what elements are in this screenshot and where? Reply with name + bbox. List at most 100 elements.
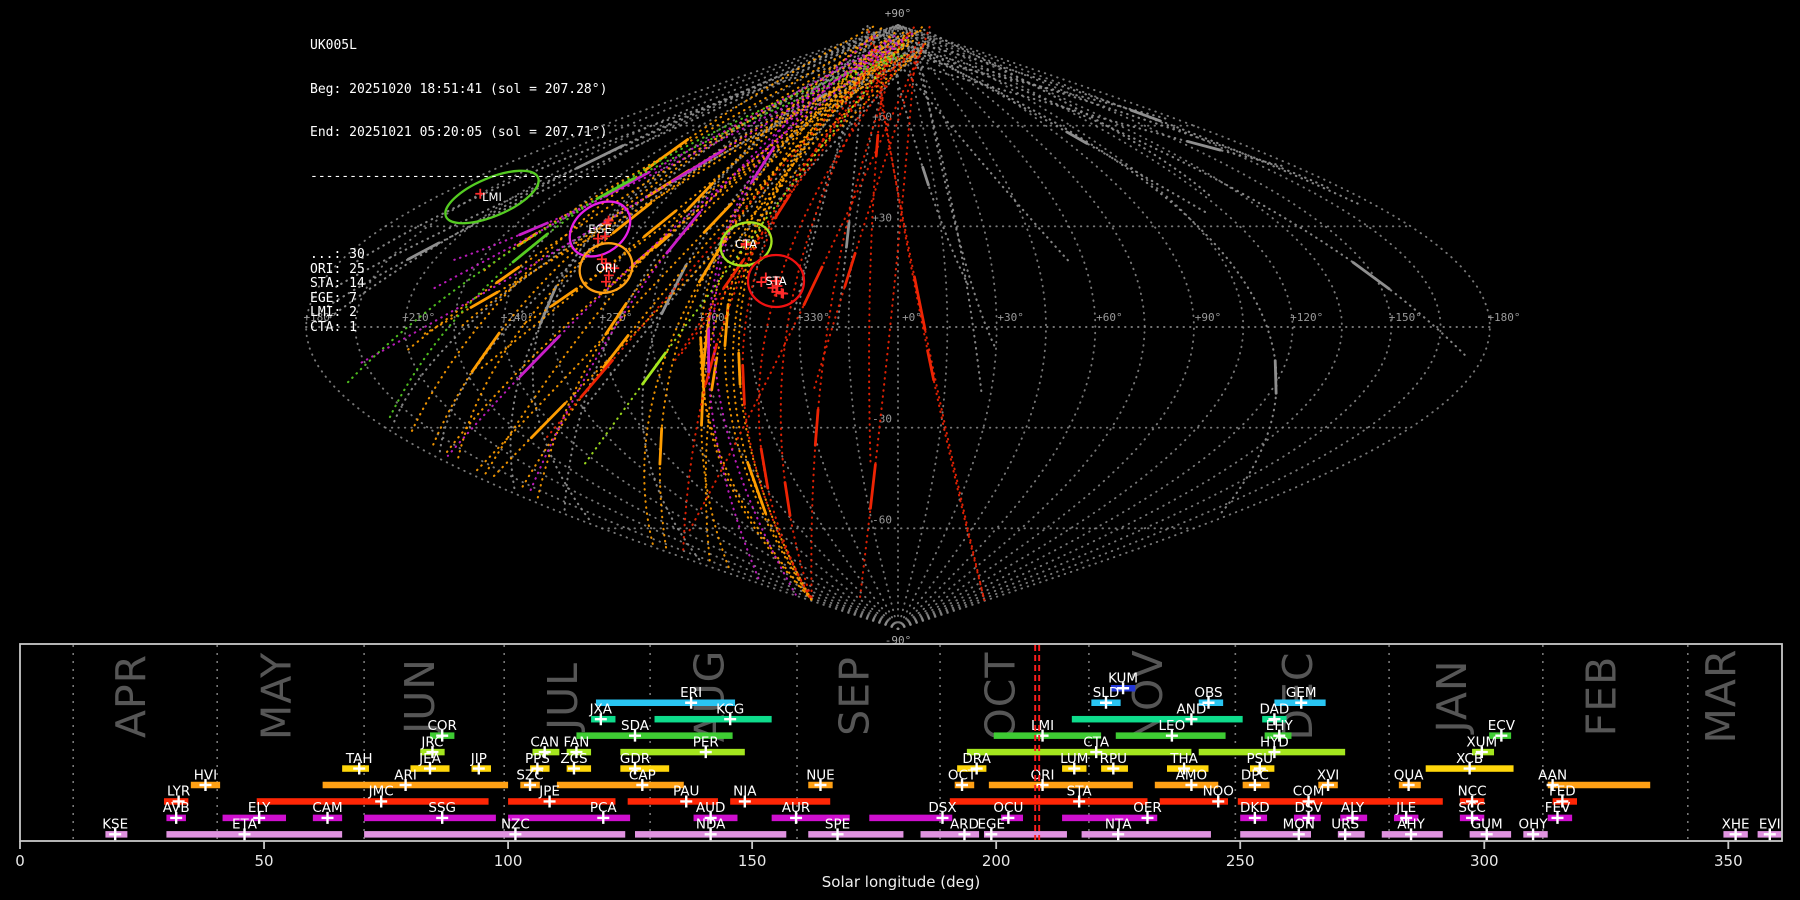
meteor-streak-STA [783,481,792,517]
x-axis-tick-label: 200 [982,852,1011,870]
shower-label-ARI: ARI [394,767,417,783]
shower-label-PPS: PPS [525,751,550,767]
x-axis-tick-label: 0 [15,852,25,870]
shower-label-AUD: AUD [696,800,726,816]
shower-label-ALY: ALY [1341,800,1365,816]
end-time-line: End: 20251021 05:20:05 (sol = 207.71°) [310,125,608,140]
legend-count-row: CTA: 1 [310,319,357,335]
meteor-streak-STA [741,363,746,406]
ecliptic-longitude-label: +60° [1096,311,1123,324]
shower-label-PSU: PSU [1246,751,1273,767]
meteor-streak-spo [1352,261,1391,291]
month-label-JUL: JUL [539,662,587,733]
shower-label-SLD: SLD [1093,685,1120,701]
shower-label-NCC: NCC [1458,784,1487,800]
shower-bar-AND [1071,715,1243,723]
shower-label-TAH: TAH [345,751,373,767]
shower-label-OER: OER [1133,800,1162,816]
shower-label-HYD: HYD [1260,734,1289,750]
shower-label-SDA: SDA [621,718,650,734]
meteor-trail-STA [868,39,890,467]
shower-label-JLE: JLE [1395,800,1416,816]
shower-label-XHE: XHE [1722,817,1750,833]
shower-label-AHY: AHY [1397,817,1425,833]
month-label-MAR: MAR [1697,649,1745,744]
meteor-streak-ORI [643,209,678,238]
meteor-trail-spo [923,28,1214,200]
month-label-OCT: OCT [976,652,1024,741]
ecliptic-longitude-label: +90° [1195,311,1222,324]
month-label-APR: APR [107,654,155,738]
shower-label-CTA: CTA [1083,734,1110,750]
meteor-streak-STA [802,265,824,307]
shower-label-KCG: KCG [716,701,744,717]
shower-label-COM: COM [1293,784,1325,800]
shower-bar-NZC [364,831,626,838]
x-axis-title: Solar longitude (deg) [822,873,980,891]
shower-label-XUM: XUM [1466,734,1497,750]
x-axis-tick-label: 350 [1714,852,1743,870]
shower-label-NZC: NZC [501,817,530,833]
meteor-plot-canvas: +180°+150°+120°+90°+60°+30°+0°+330°+300°… [15,7,1783,891]
month-label-JAN: JAN [1428,659,1476,735]
shower-label-FED: FED [1549,784,1576,800]
shower-label-GEM: GEM [1286,685,1317,701]
meteor-observation-screen: +180° +150° +120° +90° +60° +30° +0° +330° +300°… [0,0,1800,900]
shower-label-JMC: JMC [368,784,394,800]
meteor-streak-STA [813,408,820,447]
shower-label-SZC: SZC [516,767,543,783]
radiant-point-marker [778,288,789,299]
shower-label-COR: COR [427,718,456,734]
legend-gap [310,213,631,219]
shower-label-DAD: DAD [1259,701,1289,717]
shower-label-LUM: LUM [1060,751,1088,767]
shower-label-ERI: ERI [680,685,702,701]
shower-label-EHY: EHY [1266,718,1294,734]
shower-label-JEA: JEA [418,751,442,767]
shower-label-XVI: XVI [1317,767,1339,783]
ecliptic-latitude-label: +30 [872,211,892,224]
meteor-trail-spo [883,37,1467,357]
meteor-streak-spo [921,165,930,187]
shower-label-MON: MON [1283,817,1315,833]
ecliptic-latitude-label: -30 [872,413,892,426]
x-axis-tick-label: 150 [738,852,767,870]
shower-label-XCB: XCB [1456,751,1483,767]
shower-label-ECV: ECV [1488,718,1516,734]
shower-row-red: LYR JMC JPE PAU NIA STA NOO COM NCC FED [163,784,1578,808]
shower-label-CAP: CAP [629,767,656,783]
shower-label-ETA: ETA [232,817,258,833]
shower-label-QUA: QUA [1394,767,1425,783]
shower-label-OCU: OCU [993,800,1023,816]
shower-label-OCT: OCT [948,767,977,783]
shower-label-KSE: KSE [102,817,128,833]
shower-label-NTA: NTA [1105,817,1132,833]
shower-label-GDR: GDR [620,751,650,767]
shower-label-JRC: JRC [420,734,443,750]
shower-label-URS: URS [1331,817,1359,833]
month-label-FEB: FEB [1577,656,1625,737]
shower-rows: KUMERI SLD OBS GEMJXA KCG AND DADCOR SDA LMI LEO E… [102,671,1782,841]
meteor-streak-spo [1273,359,1278,395]
shower-bar-NTA [1081,831,1211,838]
shower-label-AVB: AVB [163,800,190,816]
activity-timeline-chart: APR MAY JUN JUL AUG SEP OCT NOV DEC JAN FEB MARKUME… [15,643,1783,891]
legend-count-row: ...: 30 [310,247,365,262]
month-label-MAY: MAY [253,652,301,740]
shower-label-ORI: ORI [1031,767,1055,783]
shower-count-list: ...: 30 ORI: 25 STA: 14 EGE: 7 LMI: 2 CTA: 1 [310,247,631,335]
shower-label-FAN: FAN [563,734,589,750]
grid-meridian [601,24,899,630]
meteor-trail-spo [886,39,969,286]
shower-label-ZCS: ZCS [560,751,587,767]
meteor-streak-ORI [737,351,742,386]
shower-label-JPE: JPE [538,784,560,800]
x-axis-tick-label: 300 [1470,852,1499,870]
meteor-streak-ORI [685,181,715,212]
shower-label-RPU: RPU [1100,751,1127,767]
begin-time-line: Beg: 20251020 18:51:41 (sol = 207.28°) [310,81,608,97]
shower-bar-SPE [808,831,904,838]
legend-count-row: ORI: 25 [310,261,365,277]
meteor-streak-STA [869,463,877,510]
observation-legend: UK005L Beg: 20251020 18:51:41 (sol = 207… [310,10,631,364]
